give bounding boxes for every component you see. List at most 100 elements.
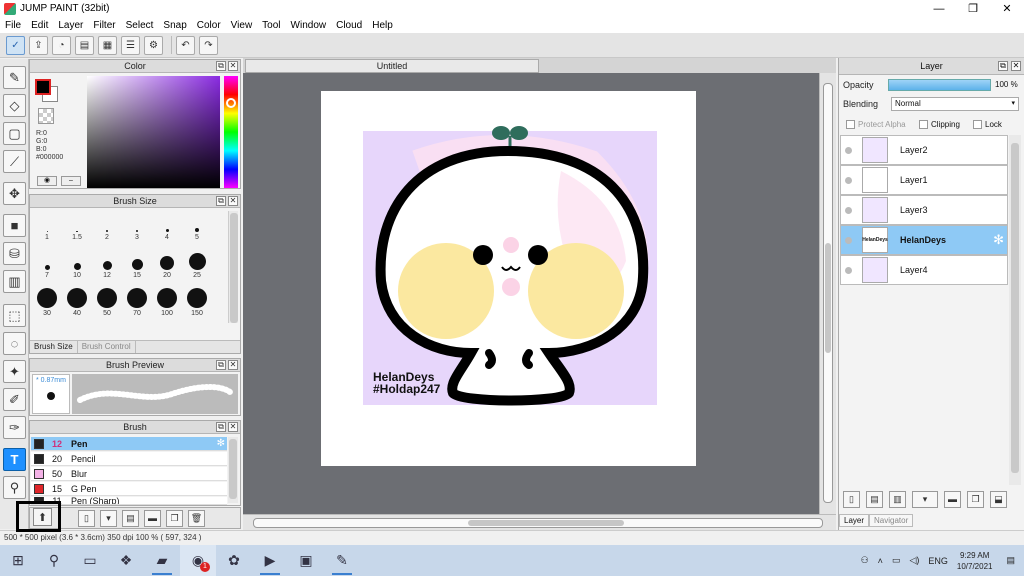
brush-size-option[interactable]: 40: [62, 287, 92, 317]
new-layer-icon[interactable]: ▯: [843, 490, 860, 508]
clock[interactable]: 9:29 AM 10/7/2021: [957, 550, 993, 572]
eyedropper-tool-icon[interactable]: ⚲: [3, 476, 26, 499]
brush-size-option[interactable]: 15: [122, 249, 152, 279]
fill-shape-tool-icon[interactable]: ■: [3, 214, 26, 237]
saturation-value-picker[interactable]: [87, 76, 220, 188]
brush-item-pencil[interactable]: 20 Pencil: [31, 452, 227, 466]
foreground-color-swatch[interactable]: [35, 79, 51, 95]
tab-layer[interactable]: Layer: [839, 514, 870, 527]
app-grid-icon[interactable]: ❖: [108, 545, 144, 576]
scroll-thumb[interactable]: [1011, 143, 1019, 473]
app-green-icon[interactable]: ✿: [216, 545, 252, 576]
brush-list-scrollbar[interactable]: [228, 437, 238, 503]
blending-select[interactable]: Normal ▾: [891, 97, 1019, 111]
text-tool-icon[interactable]: T: [3, 448, 26, 471]
layer-list-scrollbar[interactable]: [1009, 135, 1021, 485]
chrome-icon[interactable]: ◉ 1: [180, 545, 216, 576]
select-eraser-tool-icon[interactable]: ✑: [3, 416, 26, 439]
brush-size-option[interactable]: 12: [92, 249, 122, 279]
layer-row[interactable]: Layer4: [840, 255, 1008, 285]
document-icon[interactable]: ▦: [98, 35, 117, 55]
brush-size-option[interactable]: 70: [122, 287, 152, 317]
brush-size-option[interactable]: 1.5: [62, 211, 92, 241]
brush-item-blur[interactable]: 50 Blur: [31, 467, 227, 481]
zoom-icon[interactable]: ▶: [252, 545, 288, 576]
line-tool-icon[interactable]: ⟋: [3, 150, 26, 173]
canvas-area[interactable]: HelanDeys #Holdap247: [243, 73, 819, 514]
close-button[interactable]: ✕: [990, 0, 1024, 17]
protect-alpha-checkbox[interactable]: Protect Alpha: [846, 120, 906, 129]
scroll-thumb[interactable]: [468, 520, 624, 526]
undo-icon[interactable]: ↶: [176, 35, 195, 55]
close-icon[interactable]: ✕: [1011, 61, 1021, 71]
tab-brush-size[interactable]: Brush Size: [30, 341, 78, 353]
brush-add-icon[interactable]: ▾: [100, 509, 117, 527]
game-icon[interactable]: ▣: [288, 545, 324, 576]
visibility-toggle-icon[interactable]: [845, 176, 852, 184]
brush-size-option[interactable]: 100: [152, 287, 182, 317]
duplicate-layer-icon[interactable]: ❐: [967, 490, 984, 508]
brush-size-option[interactable]: 25: [182, 249, 212, 279]
brush-size-option[interactable]: 20: [152, 249, 182, 279]
brush-size-option[interactable]: 10: [62, 249, 92, 279]
menu-edit[interactable]: Edit: [26, 20, 53, 31]
brush-item-g-pen[interactable]: 15 G Pen: [31, 482, 227, 496]
notification-center-icon[interactable]: ▤: [1006, 555, 1015, 566]
menu-window[interactable]: Window: [286, 20, 332, 31]
brush-size-option[interactable]: 7: [32, 249, 62, 279]
layer-row[interactable]: Layer3: [840, 195, 1008, 225]
gear-icon[interactable]: ✻: [993, 232, 1004, 248]
visibility-toggle-icon[interactable]: [845, 206, 852, 214]
transparent-color-swatch[interactable]: [38, 108, 54, 124]
brush-size-option[interactable]: 4: [152, 211, 182, 241]
dock-icon[interactable]: ⧉: [216, 422, 226, 432]
menu-cloud[interactable]: Cloud: [331, 20, 367, 31]
lock-checkbox[interactable]: Lock: [973, 120, 1002, 129]
brush-item-pen[interactable]: 12 Pen ✻: [31, 437, 227, 451]
windows-start-icon[interactable]: ⊞: [0, 545, 36, 576]
redo-icon[interactable]: ↷: [199, 35, 218, 55]
menu-select[interactable]: Select: [121, 20, 159, 31]
search-icon[interactable]: ⚲: [36, 545, 72, 576]
cloud-sync-icon[interactable]: ✓: [6, 35, 25, 55]
scroll-thumb[interactable]: [825, 243, 831, 353]
brush-size-scrollbar[interactable]: [228, 211, 238, 323]
brush-tool-icon[interactable]: ✎: [3, 66, 26, 89]
brush-copy-icon[interactable]: ▤: [122, 509, 139, 527]
close-icon[interactable]: ✕: [228, 196, 238, 206]
dock-icon[interactable]: ⧉: [216, 196, 226, 206]
brush-size-option[interactable]: 30: [32, 287, 62, 317]
tray-chevron-up-icon[interactable]: ˄: [878, 556, 883, 566]
menu-tool[interactable]: Tool: [257, 20, 285, 31]
layer-row[interactable]: Layer2: [840, 135, 1008, 165]
people-icon[interactable]: ⚇: [861, 555, 869, 566]
visibility-toggle-icon[interactable]: [845, 146, 852, 154]
menu-filter[interactable]: Filter: [88, 20, 120, 31]
gear-icon[interactable]: ✻: [217, 438, 225, 449]
new-raster-layer-icon[interactable]: ▤: [866, 490, 883, 508]
magic-wand-tool-icon[interactable]: ✦: [3, 360, 26, 383]
scroll-thumb[interactable]: [230, 213, 238, 323]
clipping-checkbox[interactable]: Clipping: [919, 120, 960, 129]
menu-layer[interactable]: Layer: [53, 20, 88, 31]
task-view-icon[interactable]: ▭: [72, 545, 108, 576]
color-mode-button[interactable]: ◉: [37, 176, 57, 186]
layer-row-selected[interactable]: HelanDeys HelanDeys ✻: [840, 225, 1008, 255]
layer-row[interactable]: Layer1: [840, 165, 1008, 195]
menu-snap[interactable]: Snap: [158, 20, 191, 31]
rect-select-tool-icon[interactable]: ▢: [3, 122, 26, 145]
canvas-horizontal-scrollbar[interactable]: [243, 514, 836, 530]
comment-icon[interactable]: ◔: [52, 35, 71, 55]
dock-icon[interactable]: ⧉: [216, 360, 226, 370]
move-tool-icon[interactable]: ✥: [3, 182, 26, 205]
bucket-tool-icon[interactable]: ⛁: [3, 242, 26, 265]
merge-layer-icon[interactable]: ⬓: [990, 490, 1007, 508]
close-icon[interactable]: ✕: [228, 360, 238, 370]
brush-size-option[interactable]: 150: [182, 287, 212, 317]
brush-size-option[interactable]: 1: [32, 211, 62, 241]
canvas-paper[interactable]: HelanDeys #Holdap247: [321, 91, 696, 466]
eraser-tool-icon[interactable]: ◇: [3, 94, 26, 117]
scroll-thumb[interactable]: [229, 439, 237, 499]
canvas-vertical-scrollbar[interactable]: [819, 73, 836, 514]
cloud-upload-icon[interactable]: ⬆: [33, 508, 52, 526]
